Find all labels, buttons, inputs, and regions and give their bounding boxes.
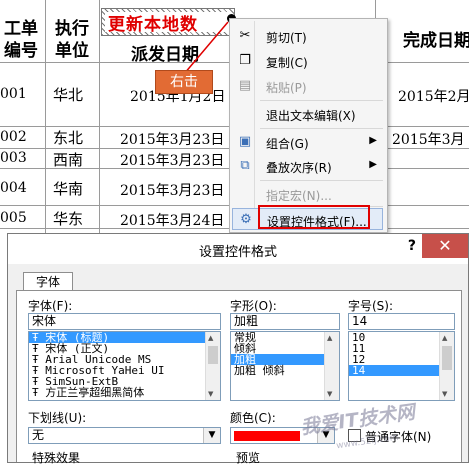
- group-icon: ▣: [238, 134, 252, 149]
- format-control-dialog: 设置控件格式 ? ✕ 字体 字体(F): 宋体 Ŧ 宋体 (标题) Ŧ 宋体 (…: [7, 233, 469, 465]
- scroll-up-icon[interactable]: ▲: [208, 334, 213, 342]
- arrow-to-control: [183, 21, 229, 75]
- menu-item-label: 退出文本编辑(X): [266, 109, 356, 123]
- size-list[interactable]: 10 11 12 14 ▲ ▼: [348, 331, 455, 401]
- menu-item-exit-text-edit[interactable]: 退出文本编辑(X): [232, 103, 383, 125]
- scissors-icon: ✂: [239, 28, 251, 43]
- style-option[interactable]: 加粗 倾斜: [231, 365, 339, 376]
- size-list-scrollbar[interactable]: ▲ ▼: [439, 332, 454, 400]
- menu-item-group[interactable]: ▣ 组合(G) ▶: [232, 131, 383, 153]
- style-input[interactable]: 加粗: [230, 313, 340, 330]
- font-option-label: 方正兰亭超细黑简体: [45, 386, 145, 399]
- menu-separator: [260, 180, 383, 181]
- underline-value: 无: [32, 428, 45, 442]
- paste-icon: ▤: [238, 78, 252, 93]
- scroll-down-icon[interactable]: ▼: [442, 390, 447, 398]
- menu-separator: [260, 100, 383, 101]
- scroll-up-icon[interactable]: ▲: [327, 334, 332, 342]
- font-list[interactable]: Ŧ 宋体 (标题) Ŧ 宋体 (正文) Ŧ Arial Unicode MS Ŧ…: [28, 331, 221, 401]
- right-click-callout: 右击: [155, 70, 213, 94]
- chevron-down-icon[interactable]: ▼: [203, 428, 220, 443]
- font-label: 字体(F):: [28, 299, 73, 313]
- color-label: 颜色(C):: [230, 411, 276, 425]
- menu-item-label: 复制(C): [266, 56, 308, 70]
- menu-item-label: 剪切(T): [266, 31, 307, 45]
- font-option[interactable]: Ŧ 方正兰亭超细黑简体: [29, 387, 220, 398]
- menu-item-paste[interactable]: ▤ 粘贴(P): [232, 75, 383, 97]
- style-label: 字形(O):: [230, 299, 277, 313]
- font-list-scrollbar[interactable]: ▲ ▼: [205, 332, 220, 400]
- order-icon: ⧉: [240, 158, 250, 173]
- scroll-down-icon[interactable]: ▼: [208, 390, 213, 398]
- size-input[interactable]: 14: [348, 313, 455, 330]
- color-swatch: [234, 431, 300, 441]
- dialog-titlebar[interactable]: 设置控件格式 ? ✕: [8, 234, 468, 264]
- context-menu: ✂ 剪切(T) ❐ 复制(C) ▤ 粘贴(P) 退出文本编辑(X) ▣ 组合(G…: [229, 18, 388, 233]
- menu-item-copy[interactable]: ❐ 复制(C): [232, 50, 383, 72]
- menu-item-label: 组合(G): [266, 137, 309, 151]
- size-label: 字号(S):: [348, 299, 394, 313]
- style-list-scrollbar[interactable]: ▲ ▼: [324, 332, 339, 400]
- highlight-box: [258, 205, 370, 229]
- menu-item-label: 指定宏(N)...: [266, 189, 332, 203]
- font-input[interactable]: 宋体: [28, 313, 221, 330]
- submenu-arrow-icon: ▶: [369, 159, 377, 170]
- scroll-up-icon[interactable]: ▲: [442, 334, 447, 342]
- close-button[interactable]: ✕: [422, 234, 468, 258]
- menu-item-cut[interactable]: ✂ 剪切(T): [232, 25, 383, 47]
- style-list[interactable]: 常规 倾斜 加粗 加粗 倾斜 ▲ ▼: [230, 331, 340, 401]
- copy-icon: ❐: [239, 53, 251, 68]
- submenu-arrow-icon: ▶: [369, 135, 377, 146]
- underline-select[interactable]: 无 ▼: [28, 427, 221, 444]
- menu-item-label: 叠放次序(R): [266, 161, 332, 175]
- format-control-icon: ⚙: [240, 212, 252, 227]
- scroll-thumb[interactable]: [442, 346, 452, 370]
- effects-label: 特殊效果: [32, 451, 81, 465]
- tab-font[interactable]: 字体: [23, 272, 73, 291]
- menu-item-assign-macro[interactable]: 指定宏(N)...: [232, 183, 383, 205]
- scroll-thumb[interactable]: [208, 346, 218, 364]
- menu-item-label: 粘贴(P): [266, 81, 307, 95]
- truetype-icon: Ŧ: [32, 386, 46, 399]
- preview-label: 预览: [236, 451, 261, 465]
- help-button[interactable]: ?: [408, 238, 416, 254]
- dialog-title: 设置控件格式: [198, 245, 277, 260]
- underline-label: 下划线(U):: [28, 411, 87, 425]
- menu-item-order[interactable]: ⧉ 叠放次序(R) ▶: [232, 155, 383, 177]
- menu-separator: [260, 128, 383, 129]
- scroll-down-icon[interactable]: ▼: [327, 390, 332, 398]
